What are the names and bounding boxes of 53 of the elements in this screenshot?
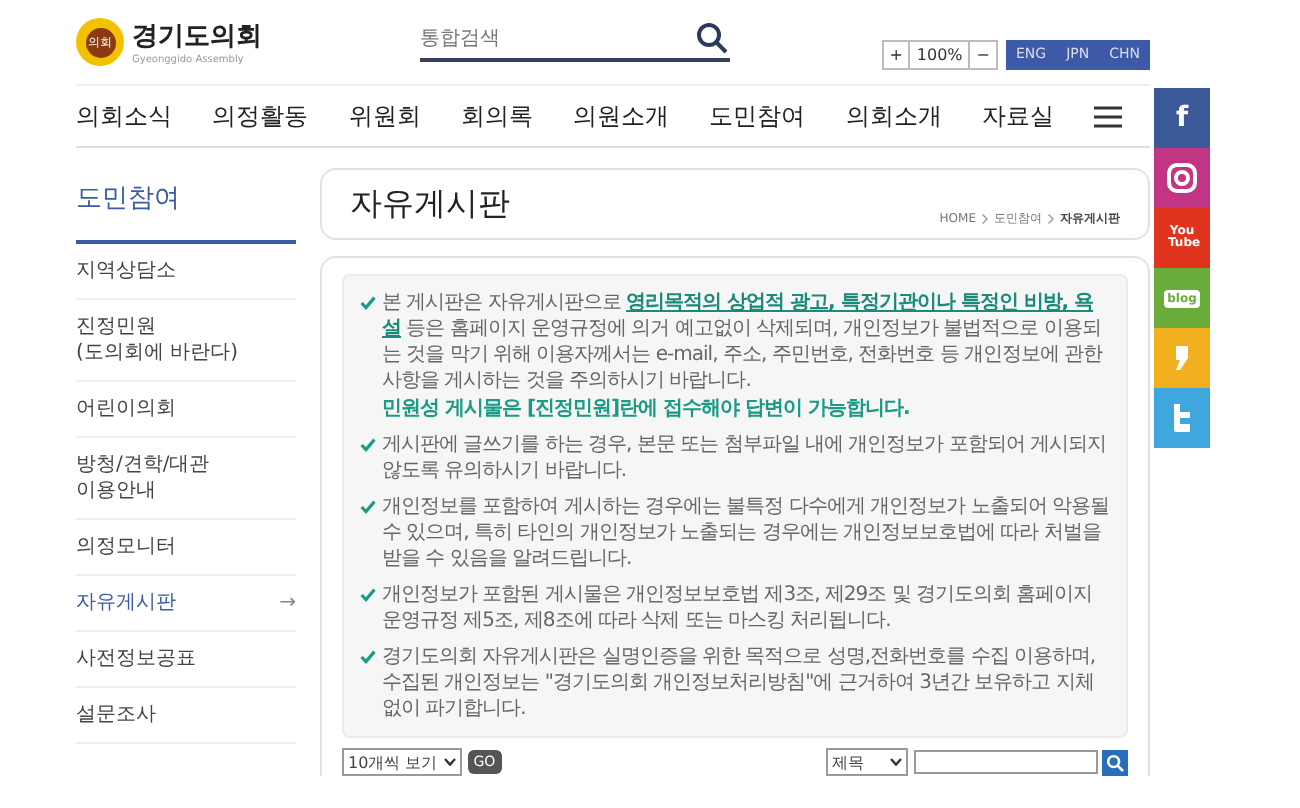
chevron-icon xyxy=(982,213,988,223)
social-link[interactable]: f xyxy=(1154,88,1210,148)
caret-icon xyxy=(443,758,456,766)
notice-text: 개인정보가 포함된 게시물은 개인정보보호법 제3조, 제29조 및 경기도의회 홈페이지 운영규정 제5조, 제8조에 따라 삭제 또는 마스킹 처리됩니다. xyxy=(382,582,1095,634)
notice-text: 본 게시판은 자유게시판으로 영리목적의 상업적 광고, 특정기관이나 특정인 비방, 욕설 등은 홈페이지 운영규정에 의거 예고없이 삭제되며, 개인정보가 불법적으로 이용되는 것을 막기 위해 이용자께서는 e-mail, 주소, 주민번호, 전화번호 등 개인정보에 관한 사항을 게시하는 것을 주의하시기 바랍니다. xyxy=(382,290,1105,394)
search-icon[interactable] xyxy=(696,22,728,54)
nav-item[interactable]: 의원소개 xyxy=(573,99,669,133)
notice-text: 게시판에 글쓰기를 하는 경우, 본문 또는 첨부파일 내에 개인정보가 포함되어 게시되지 않도록 유의하시기 바랍니다. xyxy=(382,432,1108,484)
sidebar-item[interactable]: 설문조사 xyxy=(76,688,296,744)
zoom-level: 100% xyxy=(908,42,971,68)
sidebar-item[interactable]: 의정모니터 xyxy=(76,520,296,576)
nav-item[interactable]: 회의록 xyxy=(460,99,533,133)
chevron-icon xyxy=(1048,213,1054,223)
nav-item[interactable]: 위원회 xyxy=(348,99,421,133)
notice-note: 민원성 게시물은 [진정민원]란에 접수해야 답변이 가능합니다. xyxy=(382,396,912,422)
facebook-letter: f xyxy=(1175,102,1189,134)
notice-text: 경기도의회 자유게시판은 실명인증을 위한 목적으로 성명,전화번호를 수집 이용하며, 수집된 개인정보는 "경기도의회 개인정보처리방침"에 근거하여 3년간 보유하고 지체없이 파기합니다. xyxy=(382,644,1098,722)
check-icon xyxy=(360,588,376,602)
check-icon xyxy=(360,650,376,664)
page-title: 자유게시판 xyxy=(350,183,510,225)
nav-item[interactable]: 의회소식 xyxy=(76,99,172,133)
search-button[interactable] xyxy=(1102,749,1128,775)
check-icon xyxy=(360,500,376,514)
quote-mark-icon xyxy=(1174,344,1190,372)
search-field-select[interactable]: 제목 xyxy=(826,748,908,776)
sidebar-item[interactable]: 사전정보공표 xyxy=(76,632,296,688)
search-icon xyxy=(1106,753,1124,771)
board-search-input[interactable] xyxy=(914,750,1098,774)
camera-icon xyxy=(1166,162,1198,194)
social-link[interactable] xyxy=(1154,388,1210,448)
social-link[interactable] xyxy=(1154,148,1210,208)
check-icon xyxy=(360,296,376,310)
sidebar-item[interactable]: 어린이의회 xyxy=(76,382,296,438)
nav-item[interactable]: 의정활동 xyxy=(212,99,309,133)
nav-item[interactable]: 의회소개 xyxy=(845,99,942,133)
nav-item[interactable]: 도민참여 xyxy=(709,99,806,133)
nav-item[interactable]: 자료실 xyxy=(981,99,1054,133)
notice-text: 개인정보를 포함하여 게시하는 경우에는 불특정 다수에게 개인정보가 노출되어 악용될 수 있으며, 특히 타인의 개인정보가 노출되는 경우에는 개인정보보호법에 따라 처벌을 받을 수 있음을 알려드립니다. xyxy=(382,494,1110,572)
sidebar-title: 도민참여 xyxy=(76,168,296,244)
caret-icon xyxy=(890,758,902,766)
zoom-out-button[interactable]: − xyxy=(970,42,996,68)
check-icon xyxy=(360,438,376,452)
sidebar-item[interactable]: 지역상담소 xyxy=(76,244,296,300)
letter-t-icon xyxy=(1172,404,1192,432)
sidebar-item[interactable]: 방청/견학/대관 이용안내 xyxy=(76,438,296,520)
sidebar-item[interactable]: 자유게시판 → xyxy=(76,576,296,632)
arrow-glyph: → xyxy=(279,590,296,616)
menu-icon[interactable] xyxy=(1094,105,1122,127)
zoom-in-button[interactable]: + xyxy=(883,42,909,68)
search-field[interactable]: 통합검색 xyxy=(420,18,730,62)
page-size-select[interactable]: 10개씩 보기 xyxy=(342,748,462,776)
logo-title[interactable]: 경기도의회 xyxy=(132,18,262,54)
sidebar-item[interactable]: 진정민원 (도의회에 바란다) xyxy=(76,300,296,382)
